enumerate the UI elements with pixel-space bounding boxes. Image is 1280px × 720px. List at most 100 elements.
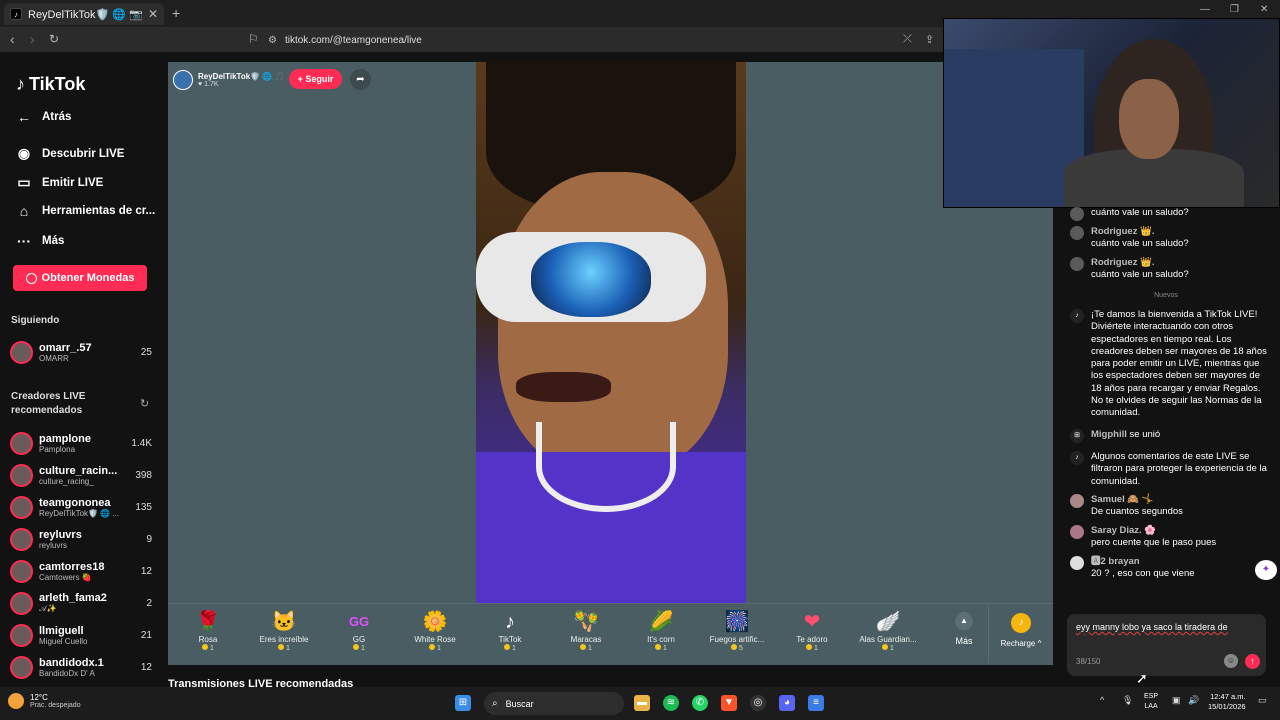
creator-item[interactable]: reyluvrs reyluvrs 9 bbox=[10, 525, 152, 553]
join-user[interactable]: Migphill bbox=[1091, 429, 1127, 440]
avatar bbox=[10, 340, 33, 364]
recharge-button[interactable]: ♪ Recharge ^ bbox=[988, 605, 1053, 663]
gift-item[interactable]: 🪇 Maracas 1 bbox=[551, 609, 621, 652]
nav-go-live[interactable]: ▭ Emitir LIVE bbox=[14, 174, 103, 191]
weather-widget[interactable]: 12°C Prac. despejado bbox=[8, 693, 81, 709]
live-video[interactable] bbox=[476, 62, 746, 603]
creator-item[interactable]: arleth_fama2 𝒜✨ 2 bbox=[10, 589, 152, 617]
volume-icon[interactable]: 🔊 bbox=[1188, 695, 1199, 706]
gift-price-value: 1 bbox=[814, 645, 818, 652]
video-mouth bbox=[516, 372, 611, 402]
creator-item[interactable]: teamgononea ReyDelTikTok🛡️ 🌐 ... 135 bbox=[10, 493, 152, 521]
get-coins-button[interactable]: Obtener Monedas bbox=[13, 265, 147, 291]
gift-price: 1 bbox=[324, 644, 394, 652]
file-explorer-icon[interactable]: ▬ bbox=[634, 695, 650, 711]
minimize-icon[interactable]: — bbox=[1200, 4, 1210, 15]
discord-icon[interactable]: ◕ bbox=[779, 695, 795, 711]
display-name: BandidoDx D' A bbox=[39, 668, 95, 678]
chat-input-text[interactable]: eyy manny lobo ya saco la tiradera de bbox=[1076, 622, 1228, 632]
notepad-icon[interactable]: ≡ bbox=[808, 695, 824, 711]
message-text: 20 ? , eso con que viene bbox=[1091, 568, 1195, 580]
following-item[interactable]: omarr_.57 OMARR 25 bbox=[10, 338, 152, 366]
message-user[interactable]: 🅰2 brayan bbox=[1091, 556, 1270, 568]
gift-price: 1 bbox=[249, 644, 319, 652]
site-info-icon[interactable]: ⚙ bbox=[268, 35, 277, 46]
creator-item[interactable]: bandidodx.1 BandidoDx D' A 12 bbox=[10, 653, 152, 681]
heart-icon: ❤ bbox=[803, 611, 821, 633]
gift-price-value: 1 bbox=[210, 645, 214, 652]
share-icon[interactable]: ➦ bbox=[350, 69, 371, 90]
gift-item[interactable]: 🎆 Fuegos artific... 5 bbox=[702, 609, 772, 652]
close-window-icon[interactable]: ✕ bbox=[1260, 4, 1268, 15]
gift-item[interactable]: 🌽 It's corn 1 bbox=[626, 609, 696, 652]
start-icon[interactable]: ⊞ bbox=[455, 695, 471, 711]
gift-item[interactable]: ❤ Te adoro 1 bbox=[777, 609, 847, 652]
host-info[interactable]: ReyDelTikTok🛡️ 🌐 🎵 ♥ 1.7K bbox=[173, 68, 373, 92]
gift-item[interactable]: GG GG 1 bbox=[324, 609, 394, 652]
gift-item[interactable]: 🪽 Alas Guardian... 1 bbox=[853, 609, 923, 652]
tiktok-gift-icon: ♪ bbox=[505, 611, 515, 633]
chevron-up-icon[interactable]: ^ bbox=[1100, 695, 1104, 705]
viewer-count: 25 bbox=[140, 346, 152, 358]
username: reyluvrs bbox=[39, 528, 82, 541]
refresh-icon[interactable]: ↻ bbox=[140, 397, 149, 410]
avatar bbox=[10, 527, 33, 551]
message-user[interactable]: Samuel 🙈 🤸 bbox=[1091, 494, 1270, 506]
url-input[interactable]: ⚙ tiktok.com/@teamgonenea/live bbox=[268, 30, 948, 50]
nav-more[interactable]: ··· Más bbox=[14, 233, 64, 249]
gift-item[interactable]: 🌼 White Rose 1 bbox=[400, 609, 470, 652]
whatsapp-icon[interactable]: ✆ bbox=[692, 695, 708, 711]
notification-icon[interactable]: ▭ bbox=[1258, 695, 1267, 706]
tiktok-logo[interactable]: ♪ TikTok bbox=[16, 74, 85, 95]
gift-name: GG bbox=[352, 635, 366, 644]
forward-icon[interactable]: › bbox=[30, 31, 35, 47]
char-counter: 38/150 bbox=[1076, 657, 1101, 666]
coin-icon bbox=[429, 644, 436, 650]
creator-item[interactable]: culture_racin... culture_racing_ 398 bbox=[10, 461, 152, 489]
gift-item[interactable]: ♪ TikTok 1 bbox=[475, 609, 545, 652]
brain-icon[interactable]: ✦ bbox=[1255, 560, 1277, 580]
back-icon[interactable]: ‹ bbox=[10, 31, 15, 47]
gift-price: 1 bbox=[400, 644, 470, 652]
nav-creator-tools[interactable]: ⌂ Herramientas de cr... bbox=[14, 203, 155, 219]
reload-icon[interactable]: ↻ bbox=[49, 32, 59, 46]
browser-tab[interactable]: ♪ ReyDelTikTok🛡️ 🌐 📷 (@te... ✕ bbox=[4, 3, 164, 25]
creator-item[interactable]: llmiguell Miguel Cuello 21 bbox=[10, 621, 152, 649]
follow-button[interactable]: + Seguir bbox=[289, 69, 342, 89]
join-text: se unió bbox=[1129, 429, 1161, 440]
creator-item[interactable]: pamplone Pamplona 1.4K bbox=[10, 429, 152, 457]
webcam-overlay bbox=[943, 18, 1280, 208]
nav-discover-live[interactable]: ◉ Descubrir LIVE bbox=[14, 145, 125, 162]
message-user[interactable]: Rodriguez 👑. bbox=[1091, 257, 1270, 269]
message-text: cuánto vale un saludo? bbox=[1091, 207, 1189, 218]
bookmark-icon[interactable]: ⚐ bbox=[248, 32, 259, 46]
translate-icon[interactable]: ⤫ bbox=[903, 33, 912, 46]
creator-item[interactable]: camtorres18 Camtowers 🍓 12 bbox=[10, 557, 152, 585]
gift-item[interactable]: 🌹 Rosa 1 bbox=[173, 609, 243, 652]
taskbar-search[interactable]: ⌕ Buscar bbox=[484, 692, 624, 715]
microphone-icon[interactable]: 🎙 bbox=[1122, 695, 1133, 706]
nav-back[interactable]: ← Atrás bbox=[14, 109, 71, 125]
share-page-icon[interactable]: ⇪ bbox=[925, 33, 934, 46]
chat-message: 🅰2 brayan 20 ? , eso con que viene bbox=[1070, 556, 1270, 581]
maximize-icon[interactable]: ❐ bbox=[1230, 4, 1239, 15]
new-tab-button[interactable]: + bbox=[172, 5, 180, 21]
brave-icon[interactable]: ▼ bbox=[721, 695, 737, 711]
emoji-icon[interactable]: ☺ bbox=[1224, 654, 1238, 668]
more-gifts-button[interactable]: ▲ Más bbox=[944, 612, 984, 646]
chat-input[interactable]: eyy manny lobo ya saco la tiradera de 38… bbox=[1067, 614, 1266, 676]
message-user[interactable]: Rodriguez 👑. bbox=[1091, 226, 1270, 238]
language-indicator[interactable]: ESP LAA bbox=[1144, 692, 1158, 712]
webcam-background bbox=[944, 49, 1084, 207]
spotify-icon[interactable]: ≋ bbox=[663, 695, 679, 711]
clock[interactable]: 12:47 a.m. 15/01/2026 bbox=[1208, 692, 1246, 712]
tab-close-icon[interactable]: ✕ bbox=[148, 7, 158, 21]
viewer-count: 2 bbox=[146, 597, 152, 609]
steam-icon[interactable]: ◎ bbox=[750, 695, 766, 711]
send-icon[interactable]: ↑ bbox=[1245, 654, 1260, 669]
system-message: ♪ ¡Te damos la bienvenida a TikTok LIVE!… bbox=[1070, 309, 1270, 420]
message-user[interactable]: Saray Diaz. 🌸 bbox=[1091, 525, 1270, 537]
network-icon[interactable]: ▣ bbox=[1172, 695, 1181, 706]
home-icon: ⌂ bbox=[19, 203, 29, 219]
gift-item[interactable]: 🐱 Eres increíble 1 bbox=[249, 609, 319, 652]
